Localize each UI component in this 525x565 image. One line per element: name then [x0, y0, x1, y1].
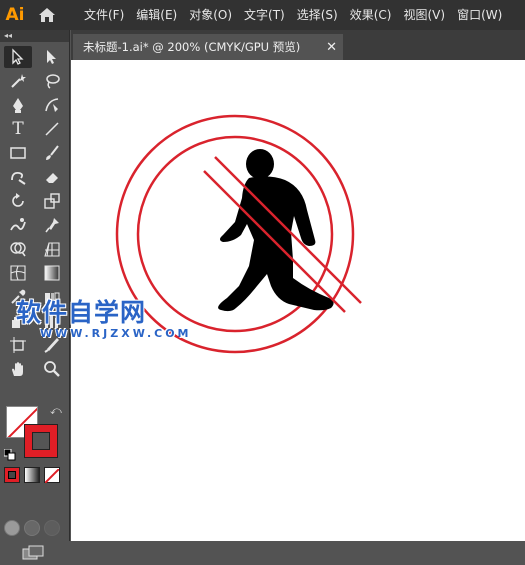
hand-tool-icon[interactable] — [4, 358, 32, 380]
draw-behind-icon[interactable] — [24, 520, 40, 536]
collapse-panel-button[interactable]: ◂◂ — [0, 30, 69, 42]
zoom-tool-icon[interactable] — [38, 358, 66, 380]
none-button[interactable] — [44, 467, 60, 484]
perspective-grid-tool-icon[interactable] — [38, 238, 66, 260]
warp-tool-icon[interactable] — [4, 214, 32, 236]
shaper-tool-icon[interactable] — [4, 166, 32, 188]
selection-tool-icon[interactable] — [4, 46, 32, 68]
drawing-mode-row — [4, 520, 60, 536]
gradient-tool-icon[interactable] — [38, 262, 66, 284]
watermark: 软件自学网 WWW.RJZXW.COM — [16, 293, 192, 340]
watermark-url: WWW.RJZXW.COM — [40, 327, 192, 340]
menu-bar: Ai 文件(F) 编辑(E) 对象(O) 文字(T) 选择(S) 效果(C) 视… — [0, 0, 525, 30]
menu-effect[interactable]: 效果(C) — [344, 0, 398, 30]
swap-fill-stroke-icon[interactable]: ⤺ — [50, 404, 62, 418]
lasso-tool-icon[interactable] — [38, 70, 66, 92]
document-tab-title: 未标题-1.ai* @ 200% (CMYK/GPU 预览) — [83, 40, 301, 54]
stroke-swatch-inner — [32, 432, 50, 450]
mesh-tool-icon[interactable] — [4, 262, 32, 284]
curvature-tool-icon[interactable] — [38, 94, 66, 116]
fill-stroke-controls: ⤺ — [3, 402, 66, 472]
color-mode-row — [4, 467, 60, 484]
watermark-title: 软件自学网 — [16, 298, 147, 327]
rectangle-tool-icon[interactable] — [4, 142, 32, 164]
magic-wand-tool-icon[interactable] — [4, 70, 32, 92]
default-fill-stroke-icon[interactable] — [3, 446, 16, 461]
menu-list: 文件(F) 编辑(E) 对象(O) 文字(T) 选择(S) 效果(C) 视图(V… — [78, 0, 508, 30]
document-tab-bar: 未标题-1.ai* @ 200% (CMYK/GPU 预览) ✕ — [71, 30, 525, 60]
puppet-warp-tool-icon[interactable] — [38, 214, 66, 236]
shape-builder-tool-icon[interactable] — [4, 238, 32, 260]
stroke-swatch[interactable] — [24, 424, 58, 458]
close-tab-icon[interactable]: ✕ — [326, 40, 337, 55]
color-button[interactable] — [4, 467, 20, 483]
screen-mode-icon[interactable] — [22, 545, 44, 561]
scale-tool-icon[interactable] — [38, 190, 66, 212]
menu-object[interactable]: 对象(O) — [183, 0, 238, 30]
line-tool-icon[interactable] — [38, 118, 66, 140]
menu-view[interactable]: 视图(V) — [397, 0, 451, 30]
direct-selection-tool-icon[interactable] — [38, 46, 66, 68]
app-logo: Ai — [5, 5, 25, 25]
paintbrush-tool-icon[interactable] — [38, 142, 66, 164]
document-tab[interactable]: 未标题-1.ai* @ 200% (CMYK/GPU 预览) ✕ — [73, 34, 343, 60]
draw-normal-icon[interactable] — [4, 520, 20, 536]
tools-panel: ◂◂ T ⤺ — [0, 30, 70, 560]
pen-tool-icon[interactable] — [4, 94, 32, 116]
eraser-tool-icon[interactable] — [38, 166, 66, 188]
menu-edit[interactable]: 编辑(E) — [130, 0, 183, 30]
type-tool-icon[interactable]: T — [4, 118, 32, 140]
draw-inside-icon[interactable] — [44, 520, 60, 536]
menu-window[interactable]: 窗口(W) — [451, 0, 508, 30]
rotate-tool-icon[interactable] — [4, 190, 32, 212]
gradient-button[interactable] — [24, 467, 40, 483]
home-icon[interactable] — [30, 0, 64, 30]
menu-file[interactable]: 文件(F) — [78, 0, 130, 30]
menu-select[interactable]: 选择(S) — [291, 0, 344, 30]
menu-type[interactable]: 文字(T) — [238, 0, 291, 30]
